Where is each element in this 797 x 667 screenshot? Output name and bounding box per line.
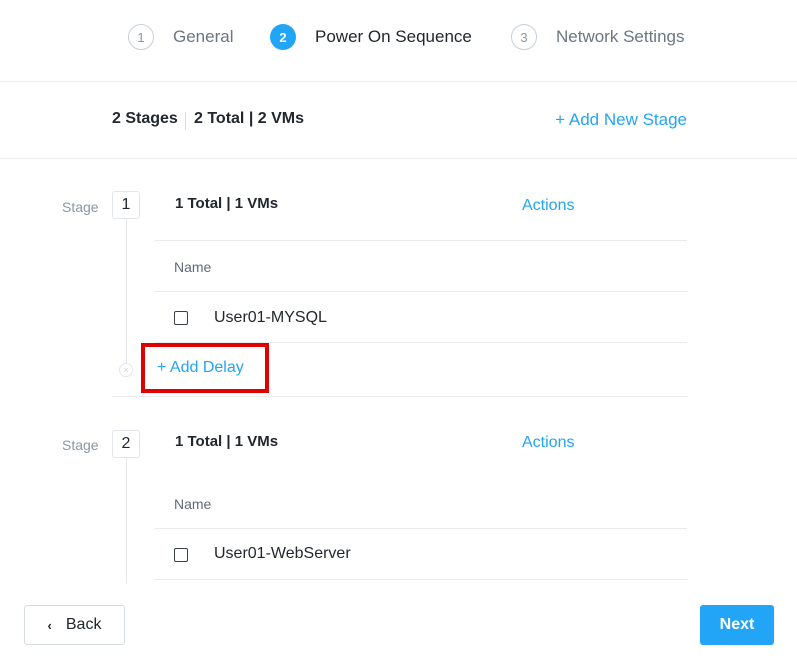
- stage-number: 1: [112, 191, 140, 219]
- wizard-stepper: 1 General 2 Power On Sequence 3 Network …: [0, 0, 797, 82]
- stage-label: Stage: [62, 199, 99, 215]
- divider: [112, 396, 687, 397]
- stage-actions-link[interactable]: Actions: [522, 434, 574, 452]
- add-new-stage-link[interactable]: + Add New Stage: [555, 110, 687, 130]
- step-number: 3: [511, 24, 537, 50]
- step-number: 1: [128, 24, 154, 50]
- vm-name: User01-MYSQL: [214, 309, 327, 326]
- step-general[interactable]: 1 General: [128, 24, 233, 50]
- stage-totals: 1 Total | 1 VMs: [175, 195, 279, 212]
- back-label: Back: [65, 616, 102, 633]
- stage-number: 2: [112, 430, 140, 458]
- stage-totals: 1 Total | 1 VMs: [175, 433, 279, 450]
- divider: [185, 112, 186, 130]
- step-label: General: [173, 27, 234, 46]
- divider: [155, 579, 687, 580]
- stages-count: 2 Stages: [112, 110, 178, 127]
- step-label: Power On Sequence: [315, 27, 472, 46]
- delay-marker-icon: ×: [119, 363, 133, 377]
- vm-totals: 2 Total | 2 VMs: [194, 110, 304, 127]
- stage-label: Stage: [62, 437, 99, 453]
- chevron-left-icon: ‹: [47, 617, 52, 633]
- step-network-settings[interactable]: 3 Network Settings: [511, 24, 685, 50]
- back-button[interactable]: ‹ Back: [24, 605, 125, 645]
- column-header-name[interactable]: Name: [174, 259, 211, 275]
- column-header-name[interactable]: Name: [174, 496, 211, 512]
- add-delay-button[interactable]: + Add Delay: [141, 343, 269, 393]
- step-number: 2: [270, 24, 296, 50]
- stage-actions-link[interactable]: Actions: [522, 197, 574, 215]
- divider: [155, 240, 687, 241]
- summary-bar: 2 Stages 2 Total | 2 VMs + Add New Stage: [0, 82, 797, 159]
- vm-checkbox[interactable]: [174, 311, 188, 325]
- vm-checkbox[interactable]: [174, 548, 188, 562]
- stage-connector-line: [126, 458, 127, 583]
- divider: [155, 528, 687, 529]
- vm-name: User01-WebServer: [214, 545, 351, 562]
- divider: [155, 291, 687, 292]
- next-button[interactable]: Next: [700, 605, 774, 645]
- stage-connector-line: [126, 219, 127, 363]
- step-power-on-sequence[interactable]: 2 Power On Sequence: [270, 24, 472, 50]
- step-label: Network Settings: [556, 27, 685, 46]
